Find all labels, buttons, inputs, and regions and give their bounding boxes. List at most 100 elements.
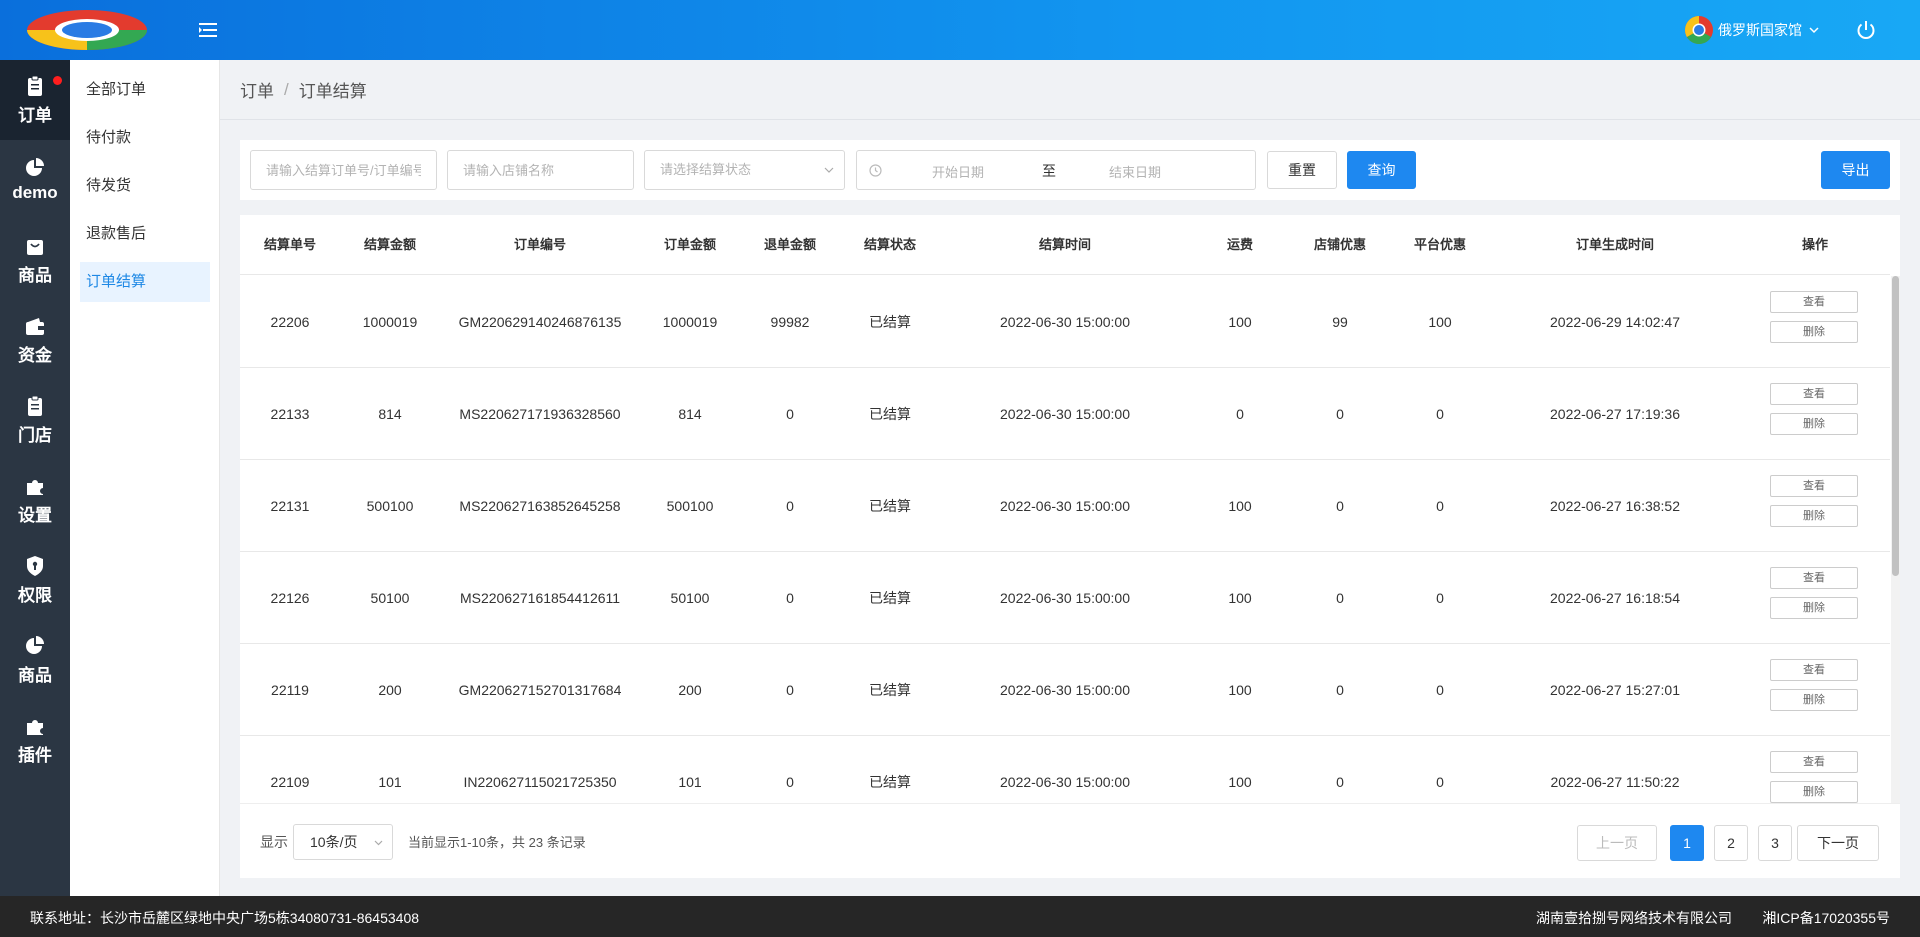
column-header: 结算金额 — [363, 237, 417, 252]
delete-button[interactable]: 删除 — [1770, 413, 1858, 435]
cell-settlement-time: 2022-06-30 15:00:00 — [1000, 682, 1130, 698]
cell-settlement-no: 22119 — [271, 682, 309, 698]
end-date-input[interactable]: 结束日期 — [1109, 162, 1161, 181]
cell-order-no: MS220627163852645258 — [459, 498, 621, 514]
scrollbar-thumb[interactable] — [1892, 276, 1899, 576]
wallet-icon — [26, 317, 44, 335]
submenu-item-pending-payment[interactable]: 待付款 — [80, 118, 210, 158]
nav-item-funds[interactable]: 资金 — [0, 300, 70, 380]
cell-settlement-no: 22131 — [270, 498, 310, 514]
page-size-select[interactable]: 10条/页 — [293, 824, 393, 860]
column-header: 结算时间 — [1038, 237, 1092, 252]
delete-button[interactable]: 删除 — [1770, 781, 1858, 803]
cell-shop-discount: 99 — [1332, 314, 1348, 330]
breadcrumb-parent[interactable]: 订单 — [240, 77, 274, 102]
cell-order-amount: 200 — [678, 682, 702, 698]
delete-button[interactable]: 删除 — [1770, 597, 1858, 619]
table-row: 22133 814 MS220627171936328560 814 0 已结算… — [240, 368, 1890, 460]
page-button-1[interactable]: 1 — [1670, 825, 1704, 861]
cell-order-no: GM220629140246876135 — [458, 314, 622, 330]
view-button[interactable]: 查看 — [1770, 751, 1858, 773]
page-size-value: 10条/页 — [310, 834, 358, 850]
nav-label: 权限 — [18, 585, 52, 605]
page-button-2[interactable]: 2 — [1714, 825, 1748, 861]
submenu-item-settlement[interactable]: 订单结算 — [80, 262, 210, 302]
page-size-label: 显示 — [260, 834, 288, 850]
cell-order-amount: 814 — [678, 406, 702, 422]
cell-platform-discount: 0 — [1436, 682, 1444, 698]
settlement-status-select[interactable]: 请选择结算状态 — [644, 150, 845, 190]
cell-shop-discount: 0 — [1336, 498, 1344, 514]
cell-settlement-time: 2022-06-30 15:00:00 — [1000, 590, 1130, 606]
cell-settlement-time: 2022-06-30 15:00:00 — [1000, 498, 1130, 514]
view-button[interactable]: 查看 — [1770, 383, 1858, 405]
chevron-down-icon — [374, 840, 383, 846]
bag-icon — [27, 239, 43, 255]
shield-icon — [27, 555, 43, 576]
power-icon[interactable] — [1854, 18, 1878, 42]
nav-item-products-2[interactable]: 商品 — [0, 620, 70, 700]
footer-address: 联系地址：长沙市岳麓区绿地中央广场5栋34080731-86453408 — [30, 910, 420, 926]
notification-dot — [53, 76, 62, 85]
nav-item-stores[interactable]: 门店 — [0, 380, 70, 460]
submenu-item-refunds[interactable]: 退款售后 — [80, 214, 210, 254]
delete-button[interactable]: 删除 — [1770, 321, 1858, 343]
clipboard-icon — [28, 395, 42, 416]
submenu-item-pending-shipment[interactable]: 待发货 — [80, 166, 210, 206]
column-header: 订单生成时间 — [1575, 237, 1655, 252]
cell-refund-amount: 0 — [786, 682, 794, 698]
nav-label: 插件 — [18, 745, 52, 765]
delete-button[interactable]: 删除 — [1770, 505, 1858, 527]
delete-button[interactable]: 删除 — [1770, 689, 1858, 711]
table-scrollbar[interactable] — [1891, 276, 1900, 803]
user-name: 俄罗斯国家馆 — [1718, 22, 1802, 38]
reset-button[interactable]: 重置 — [1267, 151, 1337, 189]
user-menu[interactable]: 俄罗斯国家馆 — [1684, 14, 1820, 46]
main-nav: 订单 demo 商品 资金 门店 设置 权限 商品 插件 — [0, 60, 70, 896]
puzzle-icon — [27, 719, 43, 735]
breadcrumb-separator: / — [284, 79, 289, 99]
cell-status: 已结算 — [869, 406, 911, 422]
next-page-button[interactable]: 下一页 — [1797, 825, 1879, 861]
page-button-3[interactable]: 3 — [1758, 825, 1792, 861]
cell-order-amount: 50100 — [670, 590, 710, 606]
nav-item-settings[interactable]: 设置 — [0, 460, 70, 540]
date-range-picker[interactable]: 开始日期 至 结束日期 — [856, 150, 1256, 190]
footer-icp[interactable]: 湘ICP备17020355号 — [1762, 908, 1890, 928]
cell-shop-discount: 0 — [1336, 406, 1344, 422]
prev-page-button[interactable]: 上一页 — [1577, 825, 1657, 861]
nav-item-plugins[interactable]: 插件 — [0, 700, 70, 780]
nav-item-orders[interactable]: 订单 — [0, 60, 70, 140]
submenu-item-all-orders[interactable]: 全部订单 — [80, 70, 210, 110]
cell-settlement-amount: 200 — [378, 682, 402, 698]
nav-item-demo[interactable]: demo — [0, 140, 70, 220]
cell-order-amount: 1000019 — [662, 314, 718, 330]
start-date-input[interactable]: 开始日期 — [932, 162, 984, 181]
order-number-input[interactable] — [250, 150, 437, 190]
view-button[interactable]: 查看 — [1770, 291, 1858, 313]
clipboard-icon — [28, 75, 42, 96]
export-button[interactable]: 导出 — [1821, 151, 1890, 189]
column-header: 操作 — [1801, 237, 1829, 252]
cell-created-time: 2022-06-27 16:18:54 — [1550, 590, 1680, 606]
cell-settlement-amount: 814 — [378, 406, 402, 422]
pie-chart-icon — [26, 635, 44, 654]
cell-created-time: 2022-06-27 17:19:36 — [1550, 406, 1680, 422]
cell-order-no: MS220627161854412611 — [459, 590, 621, 606]
pagination: 显示 10条/页 当前显示1-10条，共 23 条记录 上一页 1 2 3 下一… — [240, 803, 1900, 878]
chevron-down-icon — [1809, 27, 1819, 34]
cell-platform-discount: 100 — [1428, 314, 1452, 330]
view-button[interactable]: 查看 — [1770, 659, 1858, 681]
view-button[interactable]: 查看 — [1770, 475, 1858, 497]
shop-name-input[interactable] — [447, 150, 634, 190]
nav-item-permissions[interactable]: 权限 — [0, 540, 70, 620]
query-button[interactable]: 查询 — [1347, 151, 1416, 189]
nav-item-products[interactable]: 商品 — [0, 220, 70, 300]
cell-shipping: 100 — [1228, 314, 1252, 330]
browser-avatar-icon — [1685, 16, 1713, 44]
cell-created-time: 2022-06-27 15:27:01 — [1550, 682, 1680, 698]
nav-label: 门店 — [18, 425, 52, 445]
cell-status: 已结算 — [869, 682, 911, 698]
menu-toggle-icon[interactable] — [196, 18, 220, 42]
view-button[interactable]: 查看 — [1770, 567, 1858, 589]
